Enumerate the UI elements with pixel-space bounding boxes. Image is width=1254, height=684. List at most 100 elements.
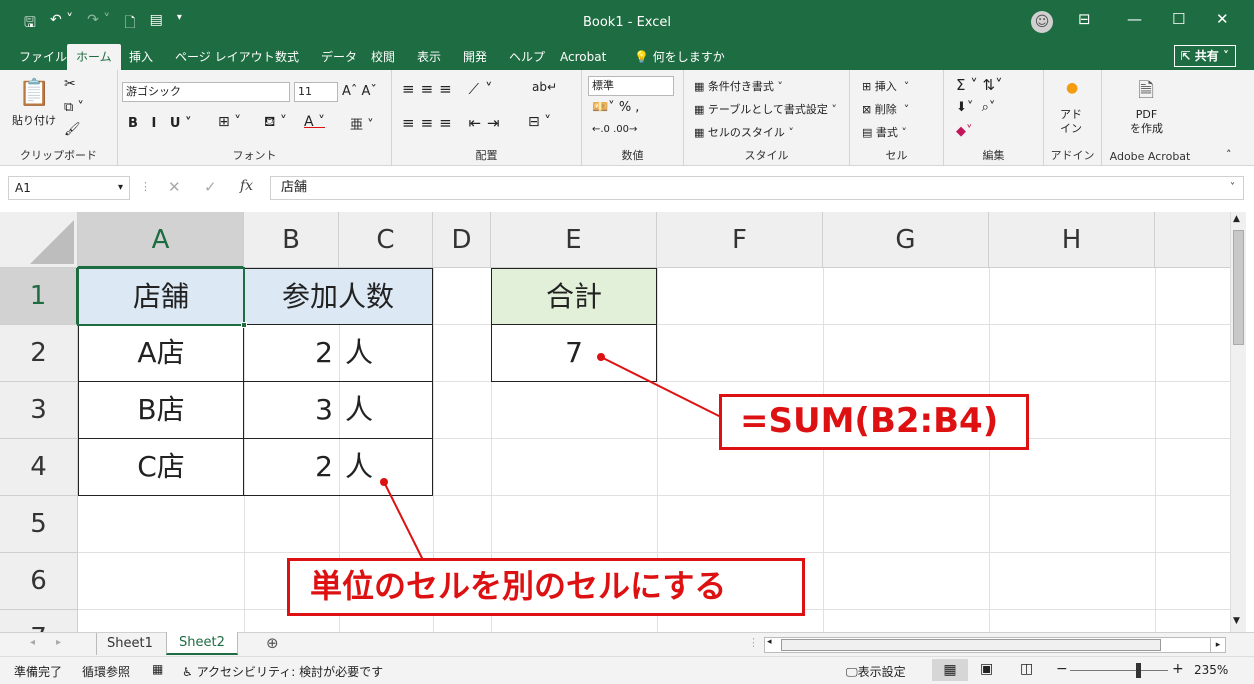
- share-button[interactable]: ⇱ 共有 ˅: [1173, 45, 1236, 67]
- insert-cells-icon: ⊞: [862, 80, 872, 93]
- currency-percent-comma-icons[interactable]: 💴˅ % ,: [592, 100, 639, 115]
- group-label: 配置: [475, 149, 498, 162]
- conditional-format-icon: ▦: [694, 80, 705, 93]
- tab-split-icon[interactable]: ⋮: [748, 636, 759, 649]
- group-label: 編集: [982, 149, 1005, 162]
- page-layout-view-icon[interactable]: ▣: [980, 661, 993, 677]
- bold-italic-underline-icons[interactable]: B I U ˅: [128, 116, 191, 131]
- borders-icon[interactable]: ⊞ ˅: [218, 114, 241, 130]
- create-pdf-button[interactable]: PDF を作成: [1130, 108, 1163, 136]
- font-color-icon[interactable]: A ˅: [304, 114, 325, 130]
- normal-view-icon[interactable]: ▦: [932, 659, 968, 681]
- paste-icon[interactable]: 📋: [18, 78, 50, 108]
- cell-styles-button[interactable]: ▦ セルのスタイル ˅: [694, 124, 794, 140]
- tab-review[interactable]: 校閲: [362, 44, 404, 70]
- accessibility-status[interactable]: ♿ アクセシビリティ: 検討が必要です: [182, 663, 383, 680]
- cancel-icon[interactable]: ✕: [168, 178, 181, 196]
- insert-cells-label: 挿入: [874, 80, 897, 93]
- pdf-icon[interactable]: 🗎: [1138, 76, 1154, 110]
- delete-cells-button[interactable]: ⊠ 削除 ˅: [862, 101, 909, 117]
- paste-button[interactable]: 貼り付け: [12, 112, 56, 128]
- merge-center-icon[interactable]: ⊟ ˅: [528, 114, 551, 130]
- conditional-format-button[interactable]: ▦ 条件付き書式 ˅: [694, 78, 783, 94]
- scroll-left-icon[interactable]: ◂: [767, 637, 772, 647]
- sheet-tab-sheet2[interactable]: Sheet2: [166, 632, 238, 655]
- format-cells-button[interactable]: ▤ 書式 ˅: [862, 124, 907, 140]
- close-icon[interactable]: ✕: [1216, 10, 1229, 28]
- group-addins: ● アド イン アドイン: [1044, 70, 1102, 166]
- clear-icon[interactable]: ◆˅: [956, 124, 973, 139]
- page-break-view-icon[interactable]: ◫: [1020, 661, 1033, 677]
- worksheet-grid[interactable]: A B C D E F G H 1 2 3 4 5 6 7 店舗 参加人数 A店…: [0, 212, 1230, 632]
- tell-me-box[interactable]: 💡 何をしますか: [625, 44, 734, 70]
- macro-record-icon[interactable]: ▦: [152, 662, 163, 676]
- tab-view[interactable]: 表示: [408, 44, 450, 70]
- addins-icon[interactable]: ●: [1066, 80, 1078, 96]
- zoom-slider-thumb[interactable]: [1136, 663, 1141, 678]
- copy-icon[interactable]: ⧉ ˅: [64, 100, 84, 115]
- name-box[interactable]: A1 ▾: [8, 176, 130, 200]
- vertical-scrollbar[interactable]: ▲ ▼: [1230, 212, 1246, 632]
- zoom-in-icon[interactable]: +: [1172, 661, 1184, 677]
- group-clipboard: 📋 貼り付け ✂ ⧉ ˅ 🖌 クリップボード: [0, 70, 118, 166]
- font-grow-shrink-icon[interactable]: Aˆ Aˇ: [342, 84, 377, 99]
- add-sheet-icon[interactable]: ⊕: [266, 634, 279, 652]
- vertical-align-icons[interactable]: ≡≡≡ ⟋˅: [402, 80, 498, 98]
- zoom-level[interactable]: 235%: [1194, 663, 1228, 677]
- status-bar: 準備完了 循環参照 ▦ ♿ アクセシビリティ: 検討が必要です 🖵表示設定 ▦ …: [0, 656, 1254, 684]
- display-settings-button[interactable]: 🖵表示設定: [846, 663, 906, 680]
- expand-formula-bar-icon[interactable]: ˅: [1230, 182, 1235, 193]
- cut-icon[interactable]: ✂: [64, 76, 76, 92]
- title-bar: 🖫 ↶ ˅ ↷ ˅ 🗋 ▤ ▾ Book1 - Excel ☺ ⊟ — ☐ ✕: [0, 0, 1254, 44]
- scroll-up-icon[interactable]: ▲: [1233, 214, 1240, 224]
- formula-content: 店舗: [281, 180, 308, 195]
- display-settings-icon: 🖵: [846, 665, 858, 679]
- zoom-slider-track[interactable]: [1070, 670, 1168, 671]
- tab-formulas[interactable]: 数式: [266, 44, 308, 70]
- formula-input[interactable]: 店舗: [270, 176, 1244, 200]
- horizontal-scrollbar[interactable]: ◂: [764, 637, 1224, 653]
- format-as-table-button[interactable]: ▦ テーブルとして書式設定 ˅: [694, 101, 837, 117]
- fill-find-icons[interactable]: ⬇˅ ⌕˅: [956, 100, 995, 115]
- horizontal-scroll-thumb[interactable]: [781, 639, 1161, 651]
- font-size-select[interactable]: 11: [294, 82, 338, 102]
- formula-bar: A1 ▾ ⋮ ✕ ✓ fx 店舗 ˅: [0, 166, 1254, 212]
- name-box-dropdown-icon[interactable]: ▾: [118, 177, 123, 199]
- scroll-down-icon[interactable]: ▼: [1233, 616, 1240, 626]
- tab-help[interactable]: ヘルプ: [500, 44, 554, 70]
- tab-developer[interactable]: 開発: [454, 44, 496, 70]
- tab-home[interactable]: ホーム: [67, 44, 121, 70]
- sheet-nav-next-icon[interactable]: ▸: [56, 637, 61, 648]
- group-font: 游ゴシック 11 Aˆ Aˇ B I U ˅ ⊞ ˅ ⛾ ˅ A ˅ 亜 ˅ フ…: [118, 70, 392, 166]
- sheet-tab-sheet1[interactable]: Sheet1: [96, 633, 163, 655]
- ribbon-display-icon[interactable]: ⊟: [1078, 10, 1091, 28]
- decimal-icons[interactable]: ←.0 .00→: [592, 124, 637, 135]
- insert-function-icon[interactable]: fx: [240, 178, 253, 194]
- font-name-select[interactable]: 游ゴシック: [122, 82, 290, 102]
- number-format-select[interactable]: 標準: [588, 76, 674, 96]
- minimize-icon[interactable]: —: [1127, 10, 1142, 28]
- vertical-scroll-thumb[interactable]: [1233, 230, 1244, 345]
- autosum-icon[interactable]: Σ ˅ ⇅˅: [956, 76, 1003, 94]
- scroll-right-icon[interactable]: ▸: [1210, 637, 1226, 653]
- zoom-out-icon[interactable]: −: [1056, 661, 1068, 677]
- status-circular-reference[interactable]: 循環参照: [82, 663, 130, 680]
- group-number: 標準 💴˅ % , ←.0 .00→ 数値: [582, 70, 684, 166]
- user-avatar-icon[interactable]: ☺: [1031, 11, 1053, 33]
- addins-button[interactable]: アド イン: [1060, 108, 1082, 136]
- horizontal-align-icons[interactable]: ≡≡≡ ⇤⇥: [402, 114, 506, 132]
- share-label: 共有: [1194, 49, 1219, 63]
- group-label: Adobe Acrobat: [1109, 150, 1191, 163]
- tab-acrobat[interactable]: Acrobat: [551, 44, 615, 70]
- tab-data[interactable]: データ: [312, 44, 366, 70]
- wrap-text-icon[interactable]: ab↵: [532, 80, 557, 94]
- tab-insert[interactable]: 挿入: [120, 44, 162, 70]
- enter-icon[interactable]: ✓: [204, 178, 217, 196]
- format-painter-icon[interactable]: 🖌: [64, 122, 81, 137]
- maximize-icon[interactable]: ☐: [1172, 10, 1185, 28]
- phonetic-icon[interactable]: 亜 ˅: [350, 114, 374, 133]
- fill-color-icon[interactable]: ⛾ ˅: [264, 114, 287, 132]
- sheet-nav-prev-icon[interactable]: ◂: [30, 637, 35, 648]
- collapse-ribbon-icon[interactable]: ˄: [1226, 148, 1232, 161]
- insert-cells-button[interactable]: ⊞ 挿入 ˅: [862, 78, 909, 94]
